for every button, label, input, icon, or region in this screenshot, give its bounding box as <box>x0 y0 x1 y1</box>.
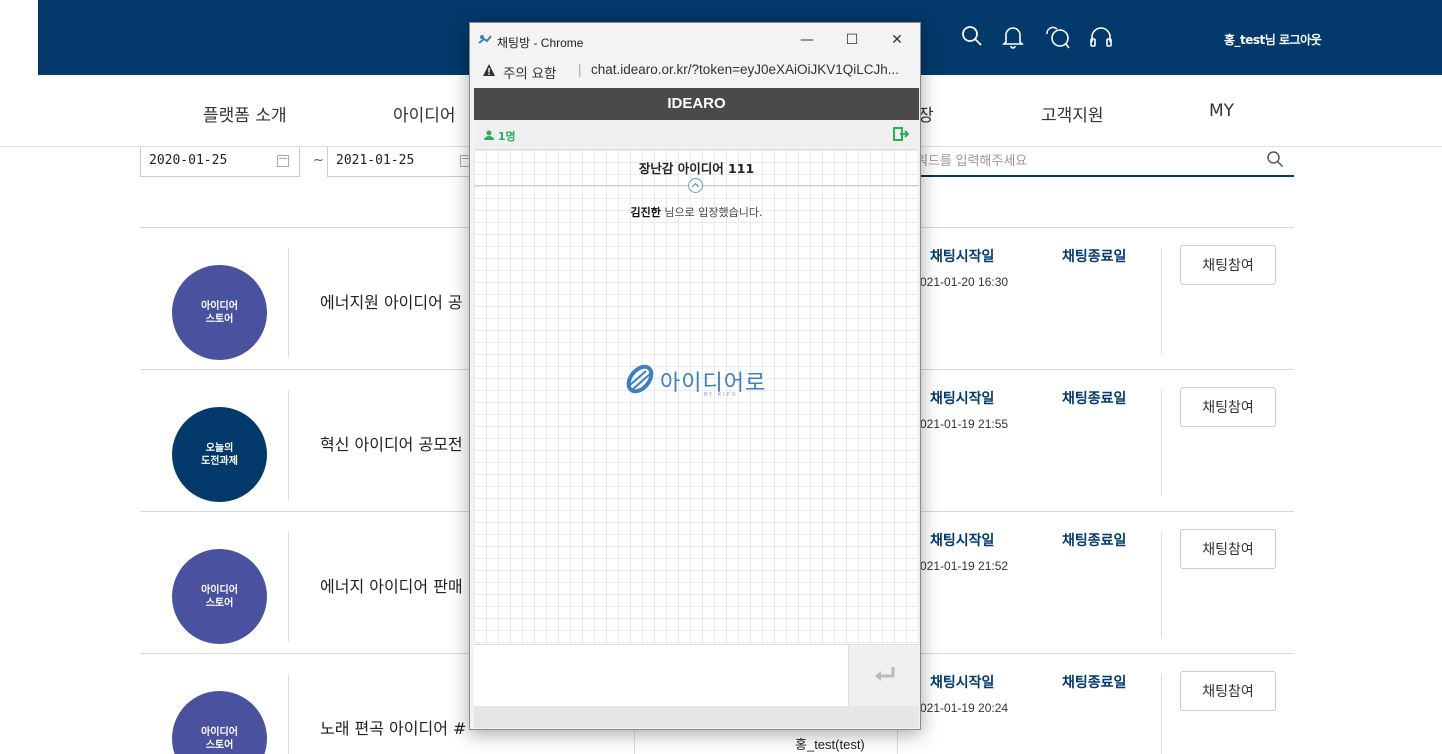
notice-user-name: 김진한 <box>630 206 661 219</box>
end-date-label: 채팅종료일 <box>1062 675 1127 691</box>
chat-favicon-icon <box>478 35 492 44</box>
logo-subtext: BY KIPO <box>704 392 738 398</box>
user-count[interactable]: 1명 <box>484 128 516 144</box>
window-title: 채팅방 - Chrome <box>497 36 584 50</box>
chat-message-area[interactable]: 장난감 아이디어 111 김진한 님으로 입장했습니다. 아이디어로 BY KI… <box>474 150 919 644</box>
user-name[interactable]: 홍_test님 <box>1224 33 1276 47</box>
start-date-value: 021-01-19 21:52 <box>920 559 1009 573</box>
nav-item-support[interactable]: 고객지원 <box>1041 101 1104 126</box>
warning-icon <box>483 64 495 76</box>
date-range-separator: ~ <box>313 153 324 168</box>
enter-icon <box>875 667 895 681</box>
start-date-label: 채팅시작일 <box>930 391 995 407</box>
exit-icon[interactable] <box>893 126 909 142</box>
search-box <box>900 147 1294 177</box>
window-titlebar[interactable]: 채팅방 - Chrome — ☐ ✕ <box>470 23 920 57</box>
category-badge: 아이디어 스토어 <box>172 549 267 644</box>
headset-icon[interactable] <box>1088 24 1116 52</box>
url-text[interactable]: chat.idearo.or.kr/?token=eyJ0eXAiOiJKV1Q… <box>591 62 899 77</box>
chat-icon[interactable] <box>1044 24 1072 52</box>
join-chat-button[interactable]: 채팅참여 <box>1180 387 1276 427</box>
participant-name: 홍_test(test) <box>795 737 865 752</box>
end-date-label: 채팅종료일 <box>1062 533 1127 549</box>
chat-popup-window: 채팅방 - Chrome — ☐ ✕ 주의 요함 | chat.idearo.o… <box>469 22 921 730</box>
room-title[interactable]: 노래 편곡 아이디어 # <box>320 715 466 739</box>
end-date-field[interactable]: 2021-01-25 <box>327 147 472 177</box>
user-icon <box>484 130 494 140</box>
end-date-value: 2021-01-25 <box>336 153 415 168</box>
minimize-button[interactable]: — <box>796 29 818 51</box>
divider <box>288 532 289 642</box>
start-date-label: 채팅시작일 <box>930 533 995 549</box>
chat-header: IDEARO <box>474 88 919 120</box>
chat-room-title: 장난감 아이디어 111 <box>638 161 755 176</box>
join-chat-button[interactable]: 채팅참여 <box>1180 671 1276 711</box>
close-button[interactable]: ✕ <box>886 29 908 51</box>
category-badge: 아이디어 스토어 <box>172 691 267 754</box>
nav-item-idea[interactable]: 아이디어 <box>393 101 456 126</box>
nav-item-my[interactable]: MY <box>1209 101 1234 121</box>
idearo-logo: 아이디어로 BY KIPO <box>624 363 784 403</box>
start-date-value: 021-01-19 21:55 <box>920 417 1009 431</box>
end-date-label: 채팅종료일 <box>1062 391 1127 407</box>
divider <box>1161 390 1162 496</box>
search-input[interactable] <box>900 147 1250 173</box>
divider <box>1161 674 1162 754</box>
calendar-icon[interactable] <box>277 155 289 167</box>
divider <box>1161 248 1162 354</box>
start-date-label: 채팅시작일 <box>930 249 995 265</box>
divider <box>288 674 289 754</box>
url-separator: | <box>578 62 582 77</box>
user-count-value: 1명 <box>497 130 516 143</box>
category-badge: 오늘의 도전과제 <box>172 407 267 502</box>
notice-text: 님으로 입장했습니다. <box>660 206 763 219</box>
system-notice: 김진한 님으로 입장했습니다. <box>474 204 919 220</box>
join-chat-button[interactable]: 채팅참여 <box>1180 245 1276 285</box>
category-badge: 아이디어 스토어 <box>172 265 267 360</box>
start-date-value: 2020-01-25 <box>149 153 228 168</box>
bell-icon[interactable] <box>1001 24 1029 52</box>
start-date-field[interactable]: 2020-01-25 <box>140 147 300 177</box>
collapse-icon[interactable] <box>688 178 703 193</box>
maximize-button[interactable]: ☐ <box>841 29 863 51</box>
chat-input-area <box>474 644 919 706</box>
chat-subheader: 1명 <box>474 120 919 150</box>
start-date-label: 채팅시작일 <box>930 675 995 691</box>
search-icon[interactable] <box>960 24 988 52</box>
start-date-value: 021-01-20 16:30 <box>920 275 1009 289</box>
send-button[interactable] <box>848 645 919 706</box>
divider <box>288 248 289 358</box>
end-date-label: 채팅종료일 <box>1062 249 1127 265</box>
room-title[interactable]: 혁신 아이디어 공모전 <box>320 431 463 455</box>
nav-item-platform[interactable]: 플랫폼 소개 <box>203 101 287 126</box>
divider <box>1161 532 1162 638</box>
room-title[interactable]: 에너지원 아이디어 공 <box>320 289 463 313</box>
chat-message-input[interactable] <box>474 645 848 706</box>
join-chat-button[interactable]: 채팅참여 <box>1180 529 1276 569</box>
popup-footer <box>474 706 919 728</box>
idearo-logo-icon <box>626 364 654 394</box>
divider <box>288 390 289 500</box>
logout-link[interactable]: 로그아웃 <box>1279 33 1322 47</box>
user-menu: 홍_test님 로그아웃 <box>1224 31 1322 48</box>
search-icon[interactable] <box>1266 150 1284 168</box>
start-date-value: 021-01-19 20:24 <box>920 701 1009 715</box>
address-bar[interactable]: 주의 요함 | chat.idearo.or.kr/?token=eyJ0eXA… <box>476 59 916 85</box>
room-title[interactable]: 에너지 아이디어 판매 <box>320 573 463 597</box>
security-warning[interactable]: 주의 요함 <box>503 62 556 82</box>
